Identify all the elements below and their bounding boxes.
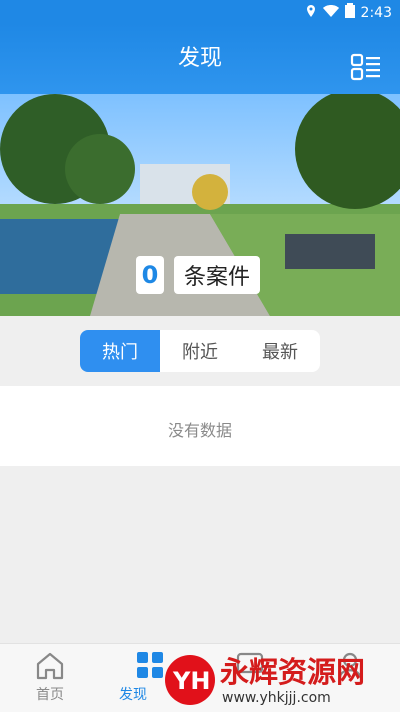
tab-nearby[interactable]: 附近 (160, 330, 240, 372)
watermark-overlay: YH 永辉资源网 www.yhkjjj.com (160, 652, 400, 708)
status-bar: 2:43 (0, 0, 400, 24)
svg-text:www.yhkjjj.com: www.yhkjjj.com (222, 690, 331, 706)
status-icons: 2:43 (305, 3, 392, 22)
location-icon (305, 4, 317, 22)
menu-icon[interactable] (350, 52, 382, 82)
case-count: 0 (136, 256, 164, 294)
tab-hot[interactable]: 热门 (80, 330, 160, 372)
case-count-label: 条案件 (174, 256, 261, 294)
status-time: 2:43 (360, 4, 392, 21)
case-counter: 0 条案件 (136, 256, 261, 294)
battery-icon (344, 3, 355, 22)
svg-text:永辉资源网: 永辉资源网 (220, 655, 365, 689)
page-title: 发现 (177, 46, 222, 71)
content-list: 没有数据 (0, 386, 400, 466)
svg-text:YH: YH (172, 667, 210, 695)
header: 发现 (0, 24, 400, 94)
tab-latest[interactable]: 最新 (240, 330, 320, 372)
empty-state-text: 没有数据 (167, 421, 232, 440)
home-icon (35, 652, 65, 684)
wifi-icon (322, 4, 339, 22)
filter-tabs: 热门 附近 最新 (80, 330, 320, 372)
